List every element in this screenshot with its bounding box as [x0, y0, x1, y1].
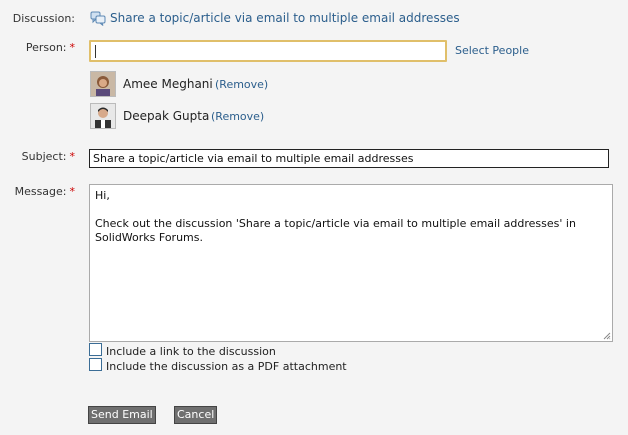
include-link-label: Include a link to the discussion [106, 345, 276, 358]
avatar-photo-icon [91, 72, 115, 96]
remove-recipient-link[interactable]: (Remove) [211, 110, 264, 123]
subject-label-text: Subject: [21, 150, 67, 163]
discussion-label: Discussion: [12, 12, 75, 25]
avatar-deepak-gupta [90, 103, 116, 129]
discussion-icon [90, 11, 106, 26]
message-label: Message: * [15, 185, 75, 198]
subject-label: Subject: * [22, 150, 75, 163]
person-label: Person: * [26, 41, 75, 54]
required-mark: * [69, 185, 76, 198]
cancel-button[interactable]: Cancel [174, 406, 218, 424]
recipient-name: Amee Meghani [123, 77, 213, 91]
person-label-text: Person: [25, 41, 67, 54]
message-body: Check out the discussion 'Share a topic/… [95, 217, 576, 244]
avatar-amee-meghani [90, 71, 116, 97]
avatar-photo-icon [91, 104, 115, 128]
required-mark: * [69, 41, 76, 54]
discussion-title-link[interactable]: Share a topic/article via email to multi… [110, 11, 460, 25]
resize-grip-icon[interactable] [603, 332, 611, 340]
remove-recipient-link[interactable]: (Remove) [215, 78, 268, 91]
required-mark: * [69, 150, 76, 163]
send-email-button[interactable]: Send Email [88, 406, 156, 424]
include-link-checkbox[interactable] [89, 343, 102, 356]
message-greeting: Hi, [95, 189, 110, 202]
select-people-link[interactable]: Select People [455, 44, 529, 57]
text-caret [95, 45, 96, 58]
message-textarea[interactable]: Hi, Check out the discussion 'Share a to… [89, 184, 613, 342]
message-label-text: Message: [14, 185, 67, 198]
include-pdf-checkbox[interactable] [89, 358, 102, 371]
recipient-name: Deepak Gupta [123, 109, 210, 123]
subject-input[interactable]: Share a topic/article via email to multi… [89, 149, 609, 168]
person-input[interactable] [89, 40, 447, 62]
include-pdf-label: Include the discussion as a PDF attachme… [106, 360, 347, 373]
